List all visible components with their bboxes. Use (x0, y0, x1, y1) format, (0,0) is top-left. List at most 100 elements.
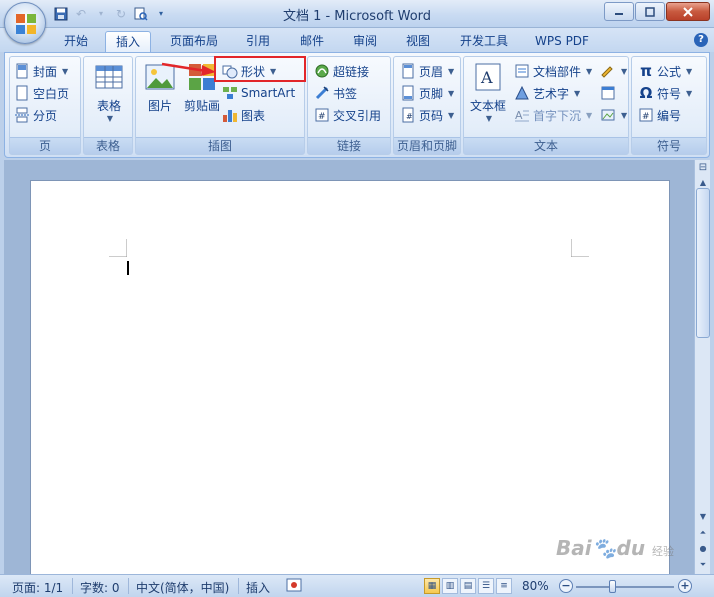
tab-developer[interactable]: 开发工具 (452, 31, 516, 53)
clipart-label: 剪贴画 (183, 99, 220, 113)
page-count[interactable]: 页面: 1/1 (12, 579, 63, 596)
full-screen-reading-button[interactable]: ▥ (442, 578, 458, 594)
language-indicator[interactable]: 中文(简体，中国) (136, 579, 229, 596)
chevron-down-icon: ▼ (62, 66, 69, 76)
document-page[interactable] (30, 180, 670, 580)
hyperlink-label: 超链接 (333, 64, 370, 79)
help-icon[interactable]: ? (694, 33, 708, 47)
blank-page-button[interactable]: 空白页 (14, 83, 69, 103)
vertical-scrollbar[interactable]: ⊟ ▲ ▼ ⏶ ● ⏷ (694, 160, 710, 574)
chevron-down-icon: ▼ (686, 88, 693, 98)
status-divider (238, 578, 239, 594)
tab-review[interactable]: 审阅 (345, 31, 385, 53)
header-button[interactable]: 页眉 ▼ (400, 61, 454, 81)
tab-home[interactable]: 开始 (56, 31, 96, 53)
group-header-footer: 页眉 ▼ 页脚 ▼ # 页码 ▼ 页眉和页脚 (393, 56, 461, 155)
status-divider (72, 578, 73, 594)
group-table: 表格 ▼ 表格 (83, 56, 133, 155)
chart-button[interactable]: 图表 (222, 105, 265, 125)
group-symbols-label: 符号 (632, 137, 706, 154)
office-button[interactable] (4, 2, 46, 44)
group-pages: 封面 ▼ 空白页 分页 页 (9, 56, 81, 155)
cover-page-button[interactable]: 封面 ▼ (14, 61, 68, 81)
macro-record-icon[interactable] (286, 578, 302, 595)
svg-text:#: # (642, 112, 650, 122)
footer-button[interactable]: 页脚 ▼ (400, 83, 454, 103)
zoom-in-button[interactable]: + (678, 579, 692, 593)
title-bar: ↶ ▾ ↻ ▾ 文档 1 - Microsoft Word (0, 0, 714, 28)
ribbon: 封面 ▼ 空白页 分页 页 表格 ▼ 表格 图片 剪贴画 形状 ▼ SmartA… (4, 52, 710, 158)
pi-icon: π (640, 62, 652, 80)
hyperlink-icon (315, 64, 329, 78)
date-time-button[interactable] (600, 83, 616, 103)
equation-button[interactable]: π 公式 ▼ (638, 61, 692, 81)
word-count[interactable]: 字数: 0 (80, 579, 120, 596)
tab-mailings[interactable]: 邮件 (292, 31, 332, 53)
tab-view[interactable]: 视图 (398, 31, 438, 53)
previous-page-button[interactable]: ⏶ (696, 526, 710, 540)
scroll-down-button[interactable]: ▼ (696, 510, 710, 524)
next-page-button[interactable]: ⏷ (696, 558, 710, 572)
zoom-out-button[interactable]: − (559, 579, 573, 593)
drop-cap-icon: A (515, 109, 529, 122)
svg-text:A: A (480, 68, 493, 87)
footer-label: 页脚 (419, 86, 444, 101)
chevron-down-icon: ▼ (106, 114, 114, 123)
object-button[interactable]: ▼ (600, 105, 627, 125)
draft-view-button[interactable]: ≡ (496, 578, 512, 594)
page-number-button[interactable]: # 页码 ▼ (400, 105, 454, 125)
equation-label: 公式 (657, 64, 682, 79)
textbox-label: 文本框 (469, 99, 506, 113)
group-table-label: 表格 (84, 137, 132, 154)
textbox-icon: A (475, 63, 501, 91)
zoom-slider-thumb[interactable] (609, 580, 616, 593)
table-icon (95, 65, 123, 89)
view-ruler-icon[interactable]: ⊟ (696, 162, 710, 176)
smartart-button[interactable]: SmartArt (222, 83, 295, 103)
cross-reference-button[interactable]: # 交叉引用 (314, 105, 381, 125)
signature-line-icon (601, 66, 613, 78)
watermark-du: du (616, 536, 646, 560)
wordart-button[interactable]: 艺术字 ▼ (514, 83, 580, 103)
number-label: 编号 (657, 108, 682, 123)
tab-references[interactable]: 引用 (238, 31, 278, 53)
maximize-button[interactable] (635, 2, 665, 21)
group-header-footer-label: 页眉和页脚 (394, 137, 460, 154)
header-icon (402, 63, 414, 79)
page-break-button[interactable]: 分页 (14, 105, 57, 125)
bookmark-icon (315, 86, 329, 100)
tab-insert[interactable]: 插入 (105, 31, 151, 53)
outline-view-button[interactable]: ☰ (478, 578, 494, 594)
chevron-down-icon: ▼ (485, 114, 493, 123)
textbox-button[interactable]: A 文本框 ▼ (468, 61, 508, 123)
red-arrow-icon (161, 62, 216, 76)
bookmark-label: 书签 (333, 86, 358, 101)
minimize-button[interactable] (604, 2, 634, 21)
zoom-slider-track[interactable] (576, 586, 674, 588)
hyperlink-button[interactable]: 超链接 (314, 61, 369, 81)
close-button[interactable] (666, 2, 710, 21)
symbol-button[interactable]: Ω 符号 ▼ (638, 83, 693, 103)
table-button[interactable]: 表格 ▼ (91, 61, 127, 123)
shapes-highlight-box (214, 56, 306, 82)
scroll-thumb[interactable] (696, 188, 710, 338)
signature-line-button[interactable]: ▼ (600, 61, 627, 81)
chevron-down-icon: ▼ (448, 88, 455, 98)
chevron-down-icon: ▼ (574, 88, 581, 98)
ribbon-tabs: 开始 插入 页面布局 引用 邮件 审阅 视图 开发工具 WPS PDF ? (0, 28, 714, 53)
drop-cap-button[interactable]: A 首字下沉 ▼ (514, 105, 592, 125)
insert-mode[interactable]: 插入 (246, 579, 270, 596)
group-illustrations-label: 插图 (136, 137, 304, 154)
print-layout-view-button[interactable]: ▦ (424, 578, 440, 594)
paw-icon: 🐾 (591, 536, 617, 560)
tab-wps-pdf[interactable]: WPS PDF (528, 31, 596, 53)
number-button[interactable]: # 编号 (638, 105, 681, 125)
quick-parts-button[interactable]: 文档部件 ▼ (514, 61, 592, 81)
bookmark-button[interactable]: 书签 (314, 83, 357, 103)
drop-cap-label: 首字下沉 (533, 108, 582, 123)
zoom-level[interactable]: 80% (522, 579, 549, 593)
web-layout-button[interactable]: ▤ (460, 578, 476, 594)
omega-icon: Ω (639, 84, 653, 102)
tab-page-layout[interactable]: 页面布局 (162, 31, 226, 53)
select-browse-object-button[interactable]: ● (696, 542, 710, 556)
